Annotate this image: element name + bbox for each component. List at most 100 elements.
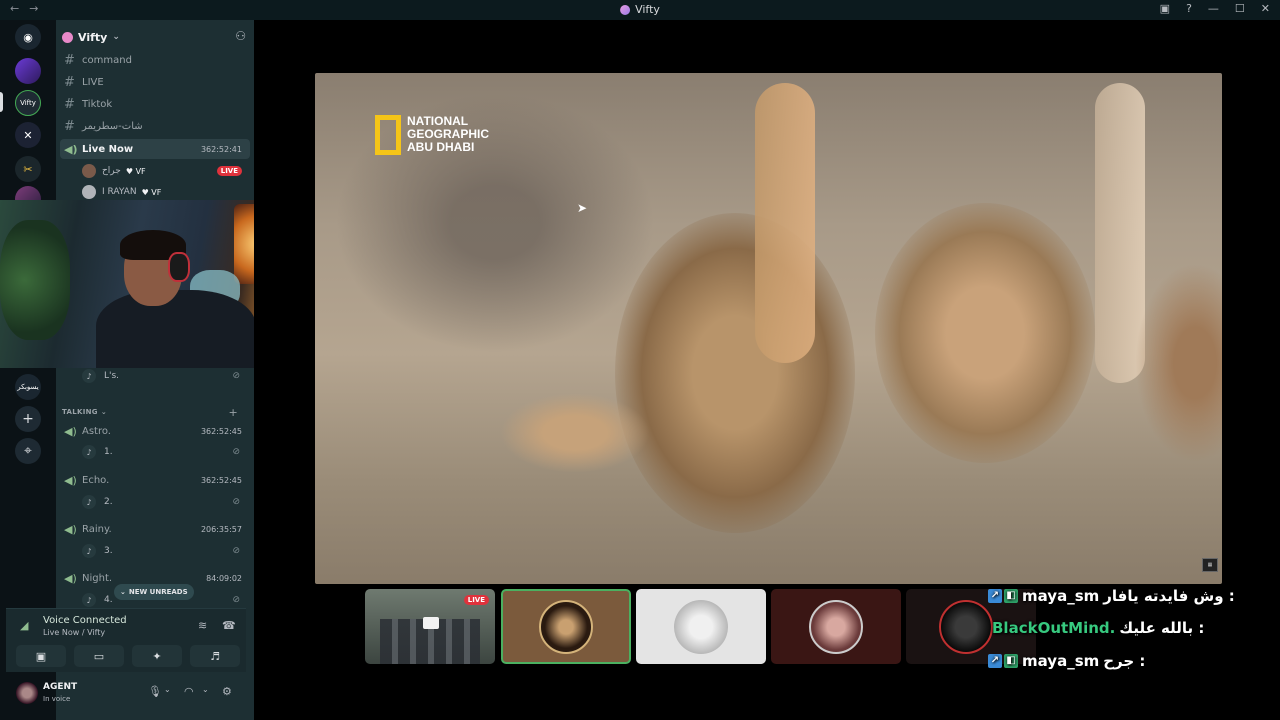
- voice-channel-live-now[interactable]: ◀) Live Now 362:52:41: [60, 139, 250, 159]
- voice-status[interactable]: Voice Connected: [43, 615, 127, 626]
- speaker-icon: ◀): [64, 142, 78, 156]
- voice-channel-echo[interactable]: ◀) Echo. 362:52:45: [60, 470, 250, 490]
- mouse-cursor-icon: ➤: [577, 201, 588, 215]
- channel-label: Astro.: [82, 425, 111, 437]
- channel-streamer-chat[interactable]: # شات-سطريمر: [60, 116, 250, 136]
- channel-tiktok[interactable]: # Tiktok: [60, 94, 250, 114]
- sub-item-label: 4.: [104, 595, 113, 605]
- sub-item-label: 2.: [104, 497, 113, 507]
- speaker-icon: ◀): [64, 571, 77, 585]
- channel-duration: 362:52:45: [200, 426, 242, 436]
- window-title: Vifty: [620, 3, 660, 16]
- voice-location[interactable]: Live Now / Vifty: [43, 628, 105, 637]
- window-controls: ▣ ? — ☐ ✕: [1160, 2, 1270, 15]
- vifty-server-icon[interactable]: Vifty: [15, 90, 41, 116]
- camera-button[interactable]: ▣: [16, 645, 66, 667]
- avatar: [82, 185, 96, 199]
- screen-share-button[interactable]: ▭: [74, 645, 124, 667]
- forward-arrow-icon[interactable]: →: [29, 2, 38, 15]
- sub-item-label: L's.: [104, 371, 120, 381]
- microphone-icon[interactable]: 🎙: [148, 685, 162, 698]
- explore-icon[interactable]: ⌖: [15, 438, 41, 464]
- chat-badges: ↗ ◧: [988, 654, 1018, 668]
- server-icon[interactable]: [15, 58, 41, 84]
- guild-name: Vifty: [78, 30, 108, 44]
- selected-server-pill: [0, 92, 3, 112]
- music-note-icon: ♪: [82, 369, 96, 383]
- voice-channel-astro[interactable]: ◀) Astro. 362:52:45: [60, 421, 250, 441]
- nat-geo-frame-icon: [375, 115, 401, 155]
- channel-label: command: [82, 54, 132, 66]
- add-channel-icon[interactable]: +: [228, 406, 238, 419]
- server-icon[interactable]: ✕: [15, 122, 41, 148]
- close-button[interactable]: ✕: [1261, 2, 1270, 15]
- user-name[interactable]: AGENT: [43, 682, 77, 692]
- no-screen-icon: ⊘: [232, 595, 240, 605]
- chat-text: وش فايدته يافار :: [1103, 587, 1235, 605]
- chevron-down-icon[interactable]: ⌄: [202, 685, 209, 694]
- hash-icon: #: [64, 74, 75, 90]
- guild-header[interactable]: Vifty ⌄ ⚇: [62, 28, 250, 46]
- chat-username: BlackOutMind.: [992, 619, 1116, 637]
- gear-icon[interactable]: ⚙: [222, 685, 232, 698]
- meerkat: [1135, 263, 1222, 463]
- sub-badge-icon: ◧: [1004, 589, 1018, 603]
- channel-live[interactable]: # LIVE: [60, 72, 250, 92]
- meerkat-tail: [755, 83, 815, 363]
- channel-label: Echo.: [82, 474, 110, 486]
- music-sub-item[interactable]: ♪ L's. ⊘: [82, 368, 248, 384]
- participant-tile[interactable]: LIVE: [365, 589, 495, 664]
- discord-home-icon[interactable]: ◉: [15, 24, 41, 50]
- music-sub-item[interactable]: ♪ 2. ⊘: [82, 494, 248, 510]
- music-sub-item[interactable]: ♪ 3. ⊘: [82, 543, 248, 559]
- chevron-down-icon[interactable]: ⌄: [164, 685, 171, 694]
- voice-channel-rainy[interactable]: ◀) Rainy. 206:35:57: [60, 519, 250, 539]
- member-name: I RAYAN: [102, 187, 137, 197]
- speaker-icon: ◀): [64, 473, 77, 487]
- channel-label: Live Now: [82, 143, 134, 155]
- participant-tile[interactable]: [771, 589, 901, 664]
- new-unreads-button[interactable]: ⌄ NEW UNREADS: [114, 584, 194, 600]
- inbox-icon[interactable]: ▣: [1160, 2, 1170, 15]
- channel-duration: 362:52:41: [200, 144, 242, 154]
- speaker-icon: ◀): [64, 522, 77, 536]
- music-sub-item[interactable]: ♪ 1. ⊘: [82, 444, 248, 460]
- maximize-button[interactable]: ☐: [1235, 2, 1245, 15]
- webcam-plant: [0, 220, 70, 340]
- chevron-down-icon: ⌄: [112, 32, 120, 42]
- server-icon[interactable]: يسوبكر: [15, 374, 41, 400]
- participant-tile[interactable]: [501, 589, 631, 664]
- disconnect-icon[interactable]: ☎: [222, 619, 236, 632]
- sub-item-label: 3.: [104, 546, 113, 556]
- invite-people-icon[interactable]: ⚇: [235, 29, 246, 43]
- title-bar: ← → Vifty ▣ ? — ☐ ✕: [0, 0, 1280, 20]
- back-arrow-icon[interactable]: ←: [10, 2, 19, 15]
- avatar: [674, 599, 728, 654]
- live-badge: LIVE: [216, 166, 242, 176]
- help-icon[interactable]: ?: [1186, 2, 1192, 15]
- arrow-badge-icon: ↗: [988, 654, 1002, 668]
- participant-tile[interactable]: [636, 589, 766, 664]
- soundboard-button[interactable]: ♬: [190, 645, 240, 667]
- channel-duration: 84:09:02: [206, 573, 242, 583]
- signal-icon[interactable]: ◢: [20, 619, 28, 632]
- voice-member[interactable]: جراح ♥ VF LIVE: [82, 162, 248, 180]
- category-talking[interactable]: TALKING ⌄ +: [62, 405, 248, 419]
- voice-member[interactable]: I RAYAN ♥ VF: [82, 183, 248, 201]
- server-icon[interactable]: ✂: [15, 156, 41, 182]
- noise-suppression-icon[interactable]: ≋: [198, 619, 207, 632]
- activities-button[interactable]: ✦: [132, 645, 182, 667]
- minimize-button[interactable]: —: [1208, 2, 1219, 15]
- hash-icon: #: [64, 52, 75, 68]
- chat-username: maya_sm: [1022, 652, 1100, 670]
- channel-command[interactable]: # command: [60, 50, 250, 70]
- headphones-icon[interactable]: ◠: [184, 685, 194, 698]
- chat-message: ↗ ◧ maya_sm جرح :: [988, 650, 1145, 672]
- stream-video[interactable]: NATIONAL GEOGRAPHIC ABU DHABI ▦ ➤: [315, 73, 1222, 584]
- live-badge: LIVE: [463, 595, 489, 605]
- category-label: TALKING: [62, 408, 98, 416]
- chevron-down-icon: ⌄: [100, 408, 108, 416]
- music-note-icon: ♪: [82, 593, 96, 607]
- avatar[interactable]: [16, 682, 38, 704]
- add-server-icon[interactable]: +: [15, 406, 41, 432]
